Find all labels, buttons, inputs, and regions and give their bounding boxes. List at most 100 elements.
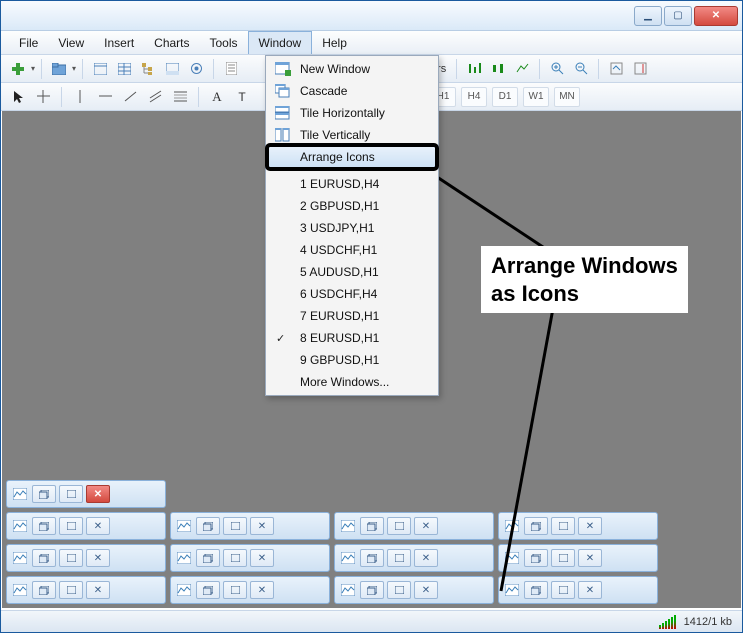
- menu-item-window-4[interactable]: 4 USDCHF,H1: [268, 239, 436, 261]
- timeframe-mn[interactable]: MN: [554, 87, 580, 107]
- mini-close-button[interactable]: ✕: [414, 581, 438, 599]
- crosshair-button[interactable]: [32, 86, 54, 108]
- mini-maximize-button[interactable]: [551, 517, 575, 535]
- new-chart-button[interactable]: [7, 58, 29, 80]
- mini-maximize-button[interactable]: [551, 581, 575, 599]
- menu-view[interactable]: View: [48, 31, 94, 54]
- text-button[interactable]: A: [206, 86, 228, 108]
- mini-maximize-button[interactable]: [59, 581, 83, 599]
- mini-maximize-button[interactable]: [387, 581, 411, 599]
- mini-restore-button[interactable]: [32, 517, 56, 535]
- mini-maximize-button[interactable]: [223, 549, 247, 567]
- mini-maximize-button[interactable]: [223, 517, 247, 535]
- menu-item-window-1[interactable]: 1 EURUSD,H4: [268, 173, 436, 195]
- window-minimize-button[interactable]: ▁: [634, 6, 662, 26]
- menu-tools[interactable]: Tools: [200, 31, 248, 54]
- horizontal-line-button[interactable]: [94, 86, 116, 108]
- vertical-line-button[interactable]: [69, 86, 91, 108]
- mini-close-button[interactable]: ✕: [86, 581, 110, 599]
- menu-item-new-window[interactable]: New Window: [268, 58, 436, 80]
- menu-item-window-5[interactable]: 5 AUDUSD,H1: [268, 261, 436, 283]
- mini-restore-button[interactable]: [360, 549, 384, 567]
- menu-item-window-3[interactable]: 3 USDJPY,H1: [268, 217, 436, 239]
- mini-maximize-button[interactable]: [59, 517, 83, 535]
- minimized-window[interactable]: ✕: [498, 544, 658, 572]
- minimized-window[interactable]: ✕: [6, 544, 166, 572]
- minimized-window[interactable]: ✕: [498, 512, 658, 540]
- minimized-window[interactable]: ✕: [170, 544, 330, 572]
- menu-item-window-2[interactable]: 2 GBPUSD,H1: [268, 195, 436, 217]
- menu-item-tile-vertically[interactable]: Tile Vertically: [268, 124, 436, 146]
- mini-restore-button[interactable]: [196, 581, 220, 599]
- fibonacci-button[interactable]: [169, 86, 191, 108]
- menu-item-cascade[interactable]: Cascade: [268, 80, 436, 102]
- menu-file[interactable]: File: [9, 31, 48, 54]
- chart-shift-button[interactable]: [629, 58, 651, 80]
- mini-maximize-button[interactable]: [387, 517, 411, 535]
- menu-item-window-6[interactable]: 6 USDCHF,H4: [268, 283, 436, 305]
- mini-close-button[interactable]: ✕: [414, 517, 438, 535]
- menu-item-more-windows[interactable]: More Windows...: [268, 371, 436, 393]
- bar-chart-button[interactable]: [463, 58, 485, 80]
- mini-close-button[interactable]: ✕: [250, 549, 274, 567]
- mini-maximize-button[interactable]: [59, 549, 83, 567]
- mini-close-button[interactable]: ✕: [578, 549, 602, 567]
- market-watch-button[interactable]: [89, 58, 111, 80]
- channel-button[interactable]: [144, 86, 166, 108]
- menu-item-window-9[interactable]: 9 GBPUSD,H1: [268, 349, 436, 371]
- trendline-button[interactable]: [119, 86, 141, 108]
- menu-item-tile-horizontally[interactable]: Tile Horizontally: [268, 102, 436, 124]
- mini-close-button[interactable]: ✕: [414, 549, 438, 567]
- terminal-button[interactable]: [161, 58, 183, 80]
- minimized-window[interactable]: ✕: [6, 576, 166, 604]
- mini-restore-button[interactable]: [524, 517, 548, 535]
- mini-restore-button[interactable]: [32, 485, 56, 503]
- navigator-button[interactable]: [137, 58, 159, 80]
- minimized-window[interactable]: ✕: [334, 512, 494, 540]
- mini-close-button[interactable]: ✕: [250, 517, 274, 535]
- minimized-window[interactable]: ✕: [334, 544, 494, 572]
- mini-close-button[interactable]: ✕: [578, 581, 602, 599]
- minimized-window[interactable]: ✕: [498, 576, 658, 604]
- mini-maximize-button[interactable]: [223, 581, 247, 599]
- menu-insert[interactable]: Insert: [94, 31, 144, 54]
- mini-close-button[interactable]: ✕: [86, 485, 110, 503]
- mini-restore-button[interactable]: [32, 549, 56, 567]
- minimized-window[interactable]: ✕: [6, 512, 166, 540]
- menu-item-window-7[interactable]: 7 EURUSD,H1: [268, 305, 436, 327]
- mini-close-button[interactable]: ✕: [250, 581, 274, 599]
- timeframe-h4[interactable]: H4: [461, 87, 487, 107]
- window-close-button[interactable]: ✕: [694, 6, 738, 26]
- mini-restore-button[interactable]: [360, 517, 384, 535]
- menu-window[interactable]: Window: [248, 31, 313, 54]
- mini-close-button[interactable]: ✕: [86, 517, 110, 535]
- cursor-button[interactable]: [7, 86, 29, 108]
- profiles-button[interactable]: [48, 58, 70, 80]
- candlestick-button[interactable]: [487, 58, 509, 80]
- timeframe-w1[interactable]: W1: [523, 87, 549, 107]
- zoom-in-button[interactable]: [546, 58, 568, 80]
- mini-maximize-button[interactable]: [59, 485, 83, 503]
- mini-restore-button[interactable]: [360, 581, 384, 599]
- text-label-button[interactable]: T: [231, 86, 253, 108]
- data-window-button[interactable]: [113, 58, 135, 80]
- mini-restore-button[interactable]: [524, 581, 548, 599]
- mini-restore-button[interactable]: [524, 549, 548, 567]
- line-chart-button[interactable]: [511, 58, 533, 80]
- mini-restore-button[interactable]: [196, 549, 220, 567]
- mini-restore-button[interactable]: [196, 517, 220, 535]
- minimized-window[interactable]: ✕: [170, 512, 330, 540]
- mini-close-button[interactable]: ✕: [578, 517, 602, 535]
- minimized-window-active[interactable]: ✕: [6, 480, 166, 508]
- timeframe-d1[interactable]: D1: [492, 87, 518, 107]
- minimized-window[interactable]: ✕: [170, 576, 330, 604]
- mini-restore-button[interactable]: [32, 581, 56, 599]
- mini-maximize-button[interactable]: [551, 549, 575, 567]
- menu-charts[interactable]: Charts: [144, 31, 199, 54]
- new-order-button[interactable]: [220, 58, 242, 80]
- menu-item-arrange-icons[interactable]: Arrange Icons: [268, 146, 436, 168]
- mini-close-button[interactable]: ✕: [86, 549, 110, 567]
- auto-scroll-button[interactable]: [605, 58, 627, 80]
- window-maximize-button[interactable]: ▢: [664, 6, 692, 26]
- menu-item-window-8[interactable]: ✓8 EURUSD,H1: [268, 327, 436, 349]
